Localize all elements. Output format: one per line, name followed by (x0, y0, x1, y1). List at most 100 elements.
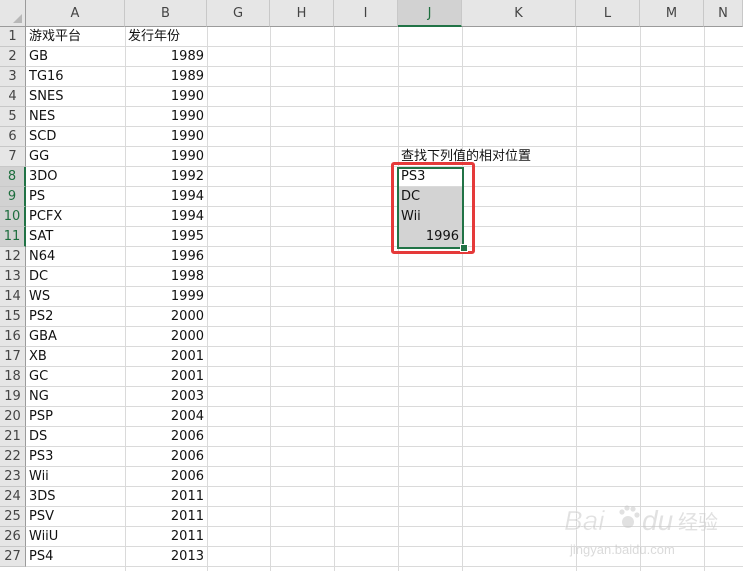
cell-a5[interactable]: NES (26, 107, 125, 127)
row-header-4[interactable]: 4 (0, 87, 26, 107)
column-header-k[interactable]: K (462, 0, 576, 27)
cell-a27[interactable]: PS4 (26, 547, 125, 567)
column-header-a[interactable]: A (26, 0, 125, 27)
cell-a13[interactable]: DC (26, 267, 125, 287)
cell-a19[interactable]: NG (26, 387, 125, 407)
row-header-11[interactable]: 11 (0, 227, 26, 247)
cell-b20[interactable]: 2004 (125, 407, 207, 427)
column-header-j[interactable]: J (398, 0, 462, 27)
row-header-8[interactable]: 8 (0, 167, 26, 187)
cell-b12[interactable]: 1996 (125, 247, 207, 267)
cell-a7[interactable]: GG (26, 147, 125, 167)
cell-a11[interactable]: SAT (26, 227, 125, 247)
paw-icon (619, 505, 640, 528)
cell-a20[interactable]: PSP (26, 407, 125, 427)
cell-b1[interactable]: 发行年份 (125, 27, 207, 47)
cell-a16[interactable]: GBA (26, 327, 125, 347)
cell-b8[interactable]: 1992 (125, 167, 207, 187)
cell-b15[interactable]: 2000 (125, 307, 207, 327)
row-header-1[interactable]: 1 (0, 27, 26, 47)
column-header-i[interactable]: I (334, 0, 398, 27)
column-header-h[interactable]: H (270, 0, 334, 27)
cell-b22[interactable]: 2006 (125, 447, 207, 467)
cell-a6[interactable]: SCD (26, 127, 125, 147)
row-header-24[interactable]: 24 (0, 487, 26, 507)
cell-b24[interactable]: 2011 (125, 487, 207, 507)
cell-a24[interactable]: 3DS (26, 487, 125, 507)
cell-b11[interactable]: 1995 (125, 227, 207, 247)
cell-b6[interactable]: 1990 (125, 127, 207, 147)
row-header-12[interactable]: 12 (0, 247, 26, 267)
row-header-20[interactable]: 20 (0, 407, 26, 427)
cell-b23[interactable]: 2006 (125, 467, 207, 487)
column-header-b[interactable]: B (125, 0, 207, 27)
row-header-15[interactable]: 15 (0, 307, 26, 327)
row-header-6[interactable]: 6 (0, 127, 26, 147)
cell-b25[interactable]: 2011 (125, 507, 207, 527)
cell-b9[interactable]: 1994 (125, 187, 207, 207)
cell-b21[interactable]: 2006 (125, 427, 207, 447)
row-header-16[interactable]: 16 (0, 327, 26, 347)
cell-a17[interactable]: XB (26, 347, 125, 367)
column-gridline (576, 27, 577, 571)
column-header-n[interactable]: N (704, 0, 743, 27)
cell-a10[interactable]: PCFX (26, 207, 125, 227)
spreadsheet-grid[interactable]: A B G H I J K L M N 1 游戏平台 发行年份 2 GB 1989 3 TG16 1989 4 SNES… (0, 0, 743, 571)
cell-b10[interactable]: 1994 (125, 207, 207, 227)
row-header-7[interactable]: 7 (0, 147, 26, 167)
column-header-m[interactable]: M (640, 0, 704, 27)
cell-a9[interactable]: PS (26, 187, 125, 207)
cell-a12[interactable]: N64 (26, 247, 125, 267)
baidu-watermark-logo: Bai du 经验 jingyan.baidu.com (564, 505, 718, 557)
row-header-27[interactable]: 27 (0, 547, 26, 567)
cell-a14[interactable]: WS (26, 287, 125, 307)
cell-b5[interactable]: 1990 (125, 107, 207, 127)
row-header-23[interactable]: 23 (0, 467, 26, 487)
cell-a8[interactable]: 3DO (26, 167, 125, 187)
row-header-13[interactable]: 13 (0, 267, 26, 287)
row-header-18[interactable]: 18 (0, 367, 26, 387)
row-header-21[interactable]: 21 (0, 427, 26, 447)
cell-b14[interactable]: 1999 (125, 287, 207, 307)
cell-a3[interactable]: TG16 (26, 67, 125, 87)
cell-b16[interactable]: 2000 (125, 327, 207, 347)
cell-b18[interactable]: 2001 (125, 367, 207, 387)
row-header-2[interactable]: 2 (0, 47, 26, 67)
row-header-22[interactable]: 22 (0, 447, 26, 467)
selection-border (397, 167, 464, 249)
column-gridline (462, 27, 463, 571)
cell-b17[interactable]: 2001 (125, 347, 207, 367)
cell-a2[interactable]: GB (26, 47, 125, 67)
row-header-9[interactable]: 9 (0, 187, 26, 207)
column-header-l[interactable]: L (576, 0, 640, 27)
row-header-5[interactable]: 5 (0, 107, 26, 127)
cell-a21[interactable]: DS (26, 427, 125, 447)
cell-b13[interactable]: 1998 (125, 267, 207, 287)
row-header-25[interactable]: 25 (0, 507, 26, 527)
cell-b27[interactable]: 2013 (125, 547, 207, 567)
select-all-corner[interactable] (0, 0, 26, 27)
cell-a22[interactable]: PS3 (26, 447, 125, 467)
cell-a25[interactable]: PSV (26, 507, 125, 527)
cell-a15[interactable]: PS2 (26, 307, 125, 327)
cell-b26[interactable]: 2011 (125, 527, 207, 547)
cell-a1[interactable]: 游戏平台 (26, 27, 125, 47)
cell-a18[interactable]: GC (26, 367, 125, 387)
fill-handle[interactable] (460, 244, 468, 252)
cell-b19[interactable]: 2003 (125, 387, 207, 407)
row-header-3[interactable]: 3 (0, 67, 26, 87)
cell-a26[interactable]: WiiU (26, 527, 125, 547)
row-header-26[interactable]: 26 (0, 527, 26, 547)
row-header-14[interactable]: 14 (0, 287, 26, 307)
column-header-g[interactable]: G (207, 0, 270, 27)
watermark-brand: Bai (564, 505, 605, 536)
cell-a23[interactable]: Wii (26, 467, 125, 487)
cell-b3[interactable]: 1989 (125, 67, 207, 87)
cell-b2[interactable]: 1989 (125, 47, 207, 67)
cell-a4[interactable]: SNES (26, 87, 125, 107)
row-header-10[interactable]: 10 (0, 207, 26, 227)
row-header-19[interactable]: 19 (0, 387, 26, 407)
cell-b7[interactable]: 1990 (125, 147, 207, 167)
cell-b4[interactable]: 1990 (125, 87, 207, 107)
row-header-17[interactable]: 17 (0, 347, 26, 367)
